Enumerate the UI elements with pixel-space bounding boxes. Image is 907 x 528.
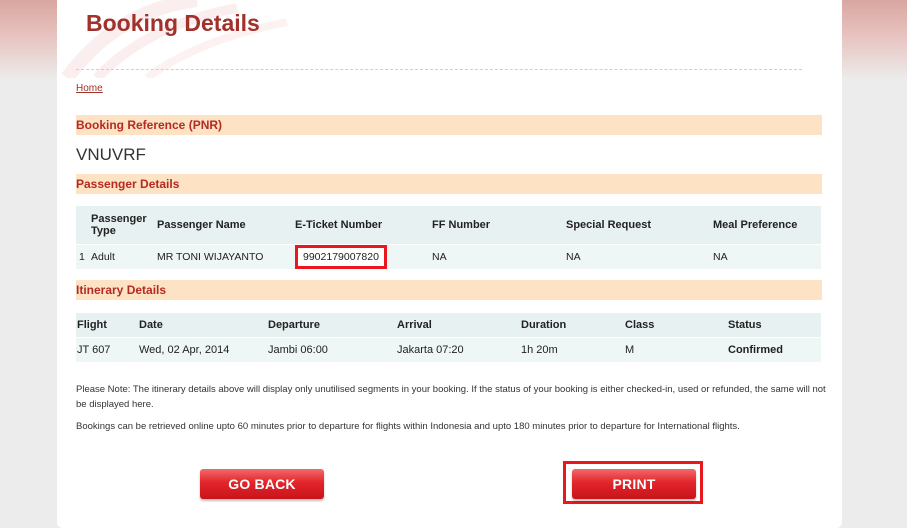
class-cell: M <box>624 337 727 362</box>
passenger-details-heading: Passenger Details <box>76 174 822 194</box>
column-header-flight: Flight <box>76 313 138 338</box>
eticket-cell: 9902179007820 <box>292 244 429 269</box>
eticket-number-highlight: 9902179007820 <box>295 245 387 269</box>
page-title: Booking Details <box>86 10 260 36</box>
column-header-eticket-number: E-Ticket Number <box>292 206 429 245</box>
passenger-name-cell: MR TONI WIJAYANTO <box>154 244 292 269</box>
column-header-special-request: Special Request <box>563 206 710 245</box>
pnr-value: VNUVRF <box>76 145 146 164</box>
retrieval-note: Bookings can be retrieved online upto 60… <box>76 421 740 432</box>
special-request-cell: NA <box>563 244 710 269</box>
column-header-departure: Departure <box>267 313 396 338</box>
column-header-arrival: Arrival <box>396 313 520 338</box>
meal-preference-cell: NA <box>710 244 821 269</box>
table-header-row: Flight Date Departure Arrival Duration C… <box>76 313 821 338</box>
column-header-index <box>76 206 88 245</box>
departure-cell: Jambi 06:00 <box>267 337 396 362</box>
column-header-status: Status <box>727 313 821 338</box>
column-header-meal-preference: Meal Preference <box>710 206 821 245</box>
duration-cell: 1h 20m <box>520 337 624 362</box>
passenger-table: Passenger Type Passenger Name E-Ticket N… <box>76 206 821 269</box>
itinerary-details-heading: Itinerary Details <box>76 280 822 300</box>
table-row: JT 607 Wed, 02 Apr, 2014 Jambi 06:00 Jak… <box>76 337 821 362</box>
flight-cell: JT 607 <box>76 337 138 362</box>
breadcrumb-home-link[interactable]: Home <box>76 83 103 94</box>
itinerary-note: Please Note: The itinerary details above… <box>76 384 826 410</box>
passenger-type-cell: Adult <box>88 244 154 269</box>
divider <box>76 69 802 70</box>
column-header-class: Class <box>624 313 727 338</box>
status-cell: Confirmed <box>727 337 821 362</box>
itinerary-table: Flight Date Departure Arrival Duration C… <box>76 313 821 362</box>
row-index: 1 <box>76 244 88 269</box>
print-button[interactable]: PRINT <box>572 469 696 499</box>
column-header-date: Date <box>138 313 267 338</box>
column-header-duration: Duration <box>520 313 624 338</box>
column-header-passenger-type: Passenger Type <box>88 206 154 245</box>
column-header-ff-number: FF Number <box>429 206 563 245</box>
column-header-passenger-name: Passenger Name <box>154 206 292 245</box>
content-panel: Booking Details Home Booking Reference (… <box>57 0 842 528</box>
ff-number-cell: NA <box>429 244 563 269</box>
arrival-cell: Jakarta 07:20 <box>396 337 520 362</box>
date-cell: Wed, 02 Apr, 2014 <box>138 337 267 362</box>
table-row: 1 Adult MR TONI WIJAYANTO 9902179007820 … <box>76 244 821 269</box>
booking-reference-heading: Booking Reference (PNR) <box>76 115 822 135</box>
go-back-button[interactable]: GO BACK <box>200 469 324 499</box>
table-header-row: Passenger Type Passenger Name E-Ticket N… <box>76 206 821 245</box>
